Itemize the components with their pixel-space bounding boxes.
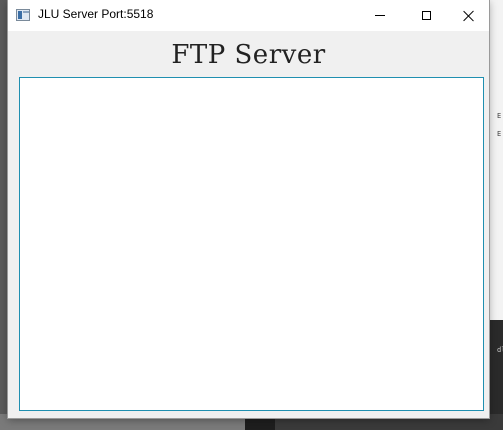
minimize-button[interactable] [357, 0, 403, 31]
minimize-icon [375, 15, 385, 16]
app-window: JLU Server Port:5518 FTP Server [8, 0, 489, 418]
app-icon[interactable] [16, 9, 30, 21]
background-text: E [497, 112, 502, 120]
window-title: JLU Server Port:5518 [38, 7, 154, 21]
maximize-icon [421, 11, 431, 20]
background-window-right [489, 0, 503, 430]
background-text: dl [497, 346, 503, 354]
maximize-button[interactable] [403, 0, 449, 31]
title-bar[interactable]: JLU Server Port:5518 [8, 0, 489, 31]
close-icon [463, 10, 475, 22]
server-log-textarea[interactable] [19, 77, 484, 411]
page-title: FTP Server [171, 40, 326, 70]
close-button[interactable] [449, 0, 489, 31]
background-text: E [497, 130, 502, 138]
